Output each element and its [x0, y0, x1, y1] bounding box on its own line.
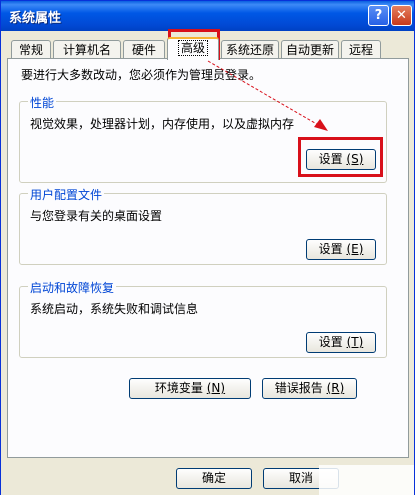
startup-recovery-title: 启动和故障恢复: [28, 279, 117, 296]
performance-settings-key: (S): [346, 152, 364, 166]
user-profiles-settings-button[interactable]: 设置 (E): [306, 239, 376, 260]
user-profiles-settings-key: (E): [346, 242, 364, 256]
ok-button[interactable]: 确定: [176, 468, 252, 489]
error-reporting-key: (R): [326, 381, 345, 395]
performance-group: 性能 视觉效果，处理器计划，内存使用，以及虚拟内存: [19, 94, 387, 183]
tab-remote[interactable]: 远程: [341, 40, 381, 60]
performance-title: 性能: [28, 94, 57, 111]
environment-variables-key: (N): [206, 381, 226, 395]
watermark-overlay: [319, 465, 414, 495]
error-reporting-label: 错误报告: [274, 381, 323, 395]
tab-automatic-updates[interactable]: 自动更新: [281, 40, 339, 60]
tab-advanced-label: 高级: [177, 40, 208, 56]
user-profiles-settings-label: 设置: [318, 242, 343, 256]
help-icon[interactable]: ?: [368, 5, 389, 26]
tab-computer-name[interactable]: 计算机名: [53, 40, 121, 60]
window-title: 系统属性: [9, 11, 62, 26]
tab-system-restore[interactable]: 系统还原: [221, 40, 279, 60]
user-profiles-title: 用户配置文件: [28, 186, 105, 203]
performance-settings-label: 设置: [318, 152, 343, 166]
environment-variables-label: 环境变量: [154, 381, 203, 395]
user-profiles-desc: 与您登录有关的桌面设置: [30, 209, 163, 223]
performance-desc: 视觉效果，处理器计划，内存使用，以及虚拟内存: [30, 117, 295, 131]
admin-notice: 要进行大多数改动，您必须作为管理员登录。: [21, 68, 262, 82]
environment-variables-button[interactable]: 环境变量 (N): [129, 378, 251, 399]
startup-recovery-settings-key: (T): [346, 335, 364, 349]
title-bar[interactable]: 系统属性 ? ✕: [1, 1, 414, 31]
error-reporting-button[interactable]: 错误报告 (R): [262, 378, 357, 399]
close-icon[interactable]: ✕: [391, 5, 412, 26]
startup-recovery-settings-label: 设置: [318, 335, 343, 349]
tab-hardware[interactable]: 硬件: [123, 40, 165, 60]
system-properties-window: 系统属性 ? ✕ 常规 计算机名 硬件 高级 系统还原 自动更新 远程 要进行大…: [0, 0, 415, 495]
startup-recovery-settings-button[interactable]: 设置 (T): [306, 332, 376, 353]
tab-advanced[interactable]: 高级: [167, 37, 219, 60]
performance-settings-button[interactable]: 设置 (S): [306, 149, 376, 170]
startup-recovery-desc: 系统启动，系统失败和调试信息: [30, 302, 199, 316]
tab-general[interactable]: 常规: [11, 40, 51, 60]
tab-strip: 常规 计算机名 硬件 高级 系统还原 自动更新 远程: [7, 37, 409, 60]
